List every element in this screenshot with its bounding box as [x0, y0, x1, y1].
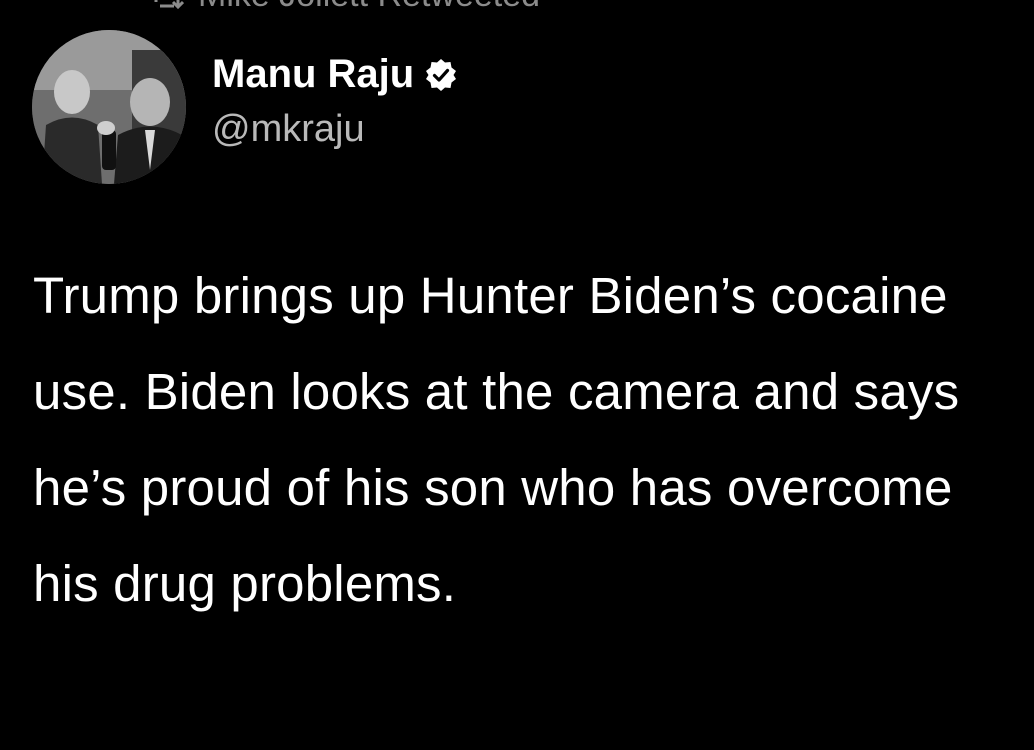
tweet-text: Trump brings up Hunter Biden’s cocaine u…: [33, 267, 960, 612]
user-handle[interactable]: @mkraju: [212, 108, 365, 151]
avatar[interactable]: [32, 30, 186, 184]
display-name[interactable]: Manu Raju: [212, 52, 414, 97]
avatar-photo: [32, 30, 186, 184]
retweet-icon: [150, 0, 184, 10]
verified-badge-icon: [424, 58, 458, 92]
author-name-row[interactable]: Manu Raju: [212, 52, 458, 97]
retweet-context[interactable]: Mike Jollett Retweeted: [150, 0, 540, 15]
retweet-label: Mike Jollett Retweeted: [198, 0, 540, 15]
